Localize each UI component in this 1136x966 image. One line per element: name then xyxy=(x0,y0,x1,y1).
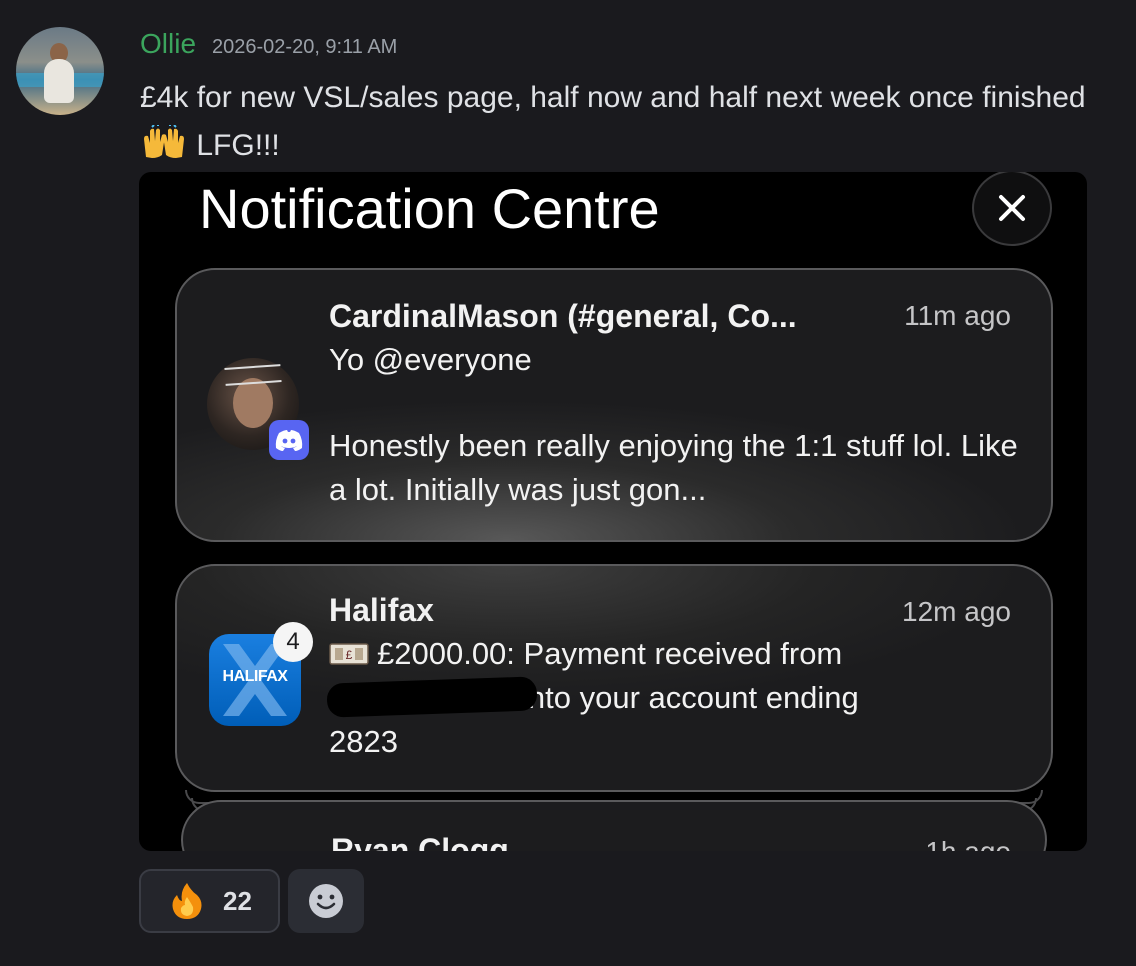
add-reaction-button[interactable] xyxy=(288,869,364,933)
notification-title: CardinalMason (#general, Co... xyxy=(329,298,797,334)
notification-count-badge: 4 xyxy=(273,622,313,662)
halifax-logo-text: HALIFAX xyxy=(222,668,288,685)
author-name[interactable]: Ollie xyxy=(140,28,196,60)
message-text: £4k for new VSL/sales page, half now and… xyxy=(140,81,1086,114)
notification-time: 1h ago xyxy=(925,836,1011,851)
discord-icon xyxy=(269,420,309,460)
reactions-bar: 22 xyxy=(139,869,364,933)
message-content: £4k for new VSL/sales page, half now and… xyxy=(140,74,1100,170)
avatar-face xyxy=(233,378,273,428)
svg-text:£: £ xyxy=(346,648,353,662)
image-attachment[interactable]: Notification Centre CardinalMason (#gene… xyxy=(139,172,1087,851)
avatar-scribble xyxy=(224,364,282,386)
add-reaction-icon xyxy=(309,884,343,918)
payment-text: £2000.00: Payment received from xyxy=(377,636,843,671)
notification-title: Ryan Clogg xyxy=(331,832,509,851)
close-icon xyxy=(999,195,1025,221)
notification-centre-title: Notification Centre xyxy=(199,177,660,240)
reaction-count: 22 xyxy=(223,885,252,916)
close-button xyxy=(972,172,1052,246)
fire-icon xyxy=(172,883,202,919)
account-number: 2823 xyxy=(329,724,398,759)
notification-card: Ryan Clogg 1h ago xyxy=(181,800,1047,851)
notification-card: CardinalMason (#general, Co... 11m ago Y… xyxy=(175,268,1053,542)
raising-hands-icon xyxy=(144,125,184,158)
notification-time: 11m ago xyxy=(904,300,1011,331)
author-avatar[interactable] xyxy=(16,27,104,115)
banknote-icon: £ xyxy=(329,643,369,665)
message-text-end: LFG!!! xyxy=(196,129,280,162)
notification-time: 12m ago xyxy=(902,596,1011,627)
message-timestamp[interactable]: 2026-02-20, 9:11 AM xyxy=(212,36,397,59)
notification-title: Halifax xyxy=(329,592,434,628)
message-header: Ollie 2026-02-20, 9:11 AM xyxy=(140,28,397,66)
notification-line: Yo @everyone xyxy=(329,342,532,377)
chat-message: Ollie 2026-02-20, 9:11 AM £4k for new VS… xyxy=(0,0,1136,966)
notification-card: HALIFAX 4 Halifax 12m ago £ £2000.00: Pa… xyxy=(175,564,1053,792)
avatar-figure xyxy=(44,59,74,103)
notification-preview: Honestly been really enjoying the 1:1 st… xyxy=(329,428,1018,507)
reaction-fire[interactable]: 22 xyxy=(139,869,280,933)
